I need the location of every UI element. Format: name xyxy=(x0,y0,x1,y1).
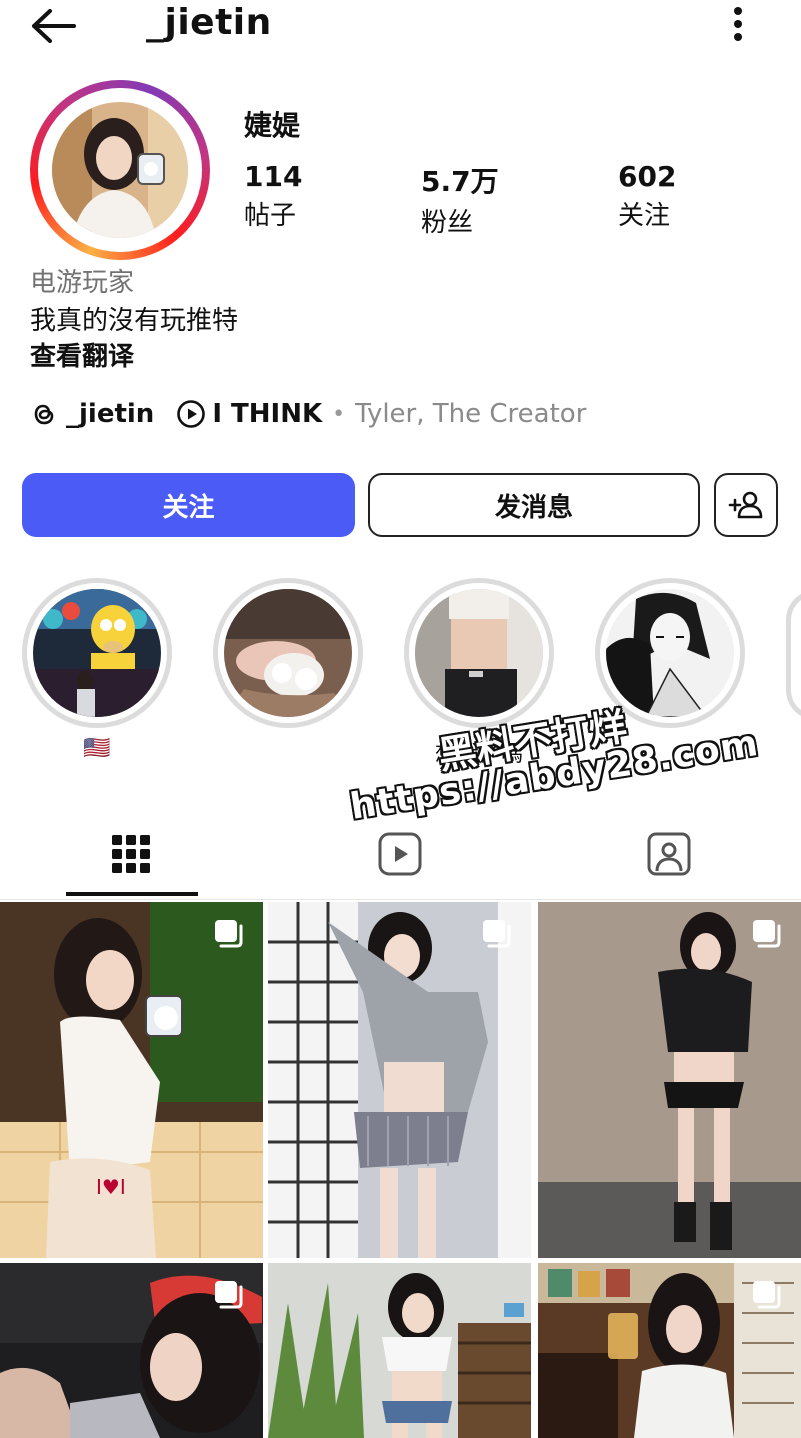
highlight-cover xyxy=(224,589,352,717)
more-options-button[interactable] xyxy=(722,4,754,44)
profile-category: 电游玩家 xyxy=(30,268,135,298)
music-link[interactable]: I THINK xyxy=(176,399,322,429)
music-separator: • xyxy=(332,401,346,427)
highlight-item[interactable]: 🇺🇸 xyxy=(22,578,172,761)
highlight-item-partial[interactable] xyxy=(786,590,801,720)
follow-button[interactable]: 关注 xyxy=(22,473,355,537)
vertical-dots-icon xyxy=(734,7,742,41)
arrow-left-icon xyxy=(32,9,76,43)
profile-bio: 我真的沒有玩推特 xyxy=(30,306,239,336)
post-thumbnail[interactable] xyxy=(268,902,531,1258)
see-translation-link[interactable]: 查看翻译 xyxy=(30,336,134,373)
highlight-cover xyxy=(415,589,543,717)
post-image xyxy=(268,902,531,1258)
post-thumbnail[interactable]: I♥I xyxy=(0,902,263,1258)
tab-tagged[interactable] xyxy=(602,810,736,898)
carousel-icon xyxy=(215,1281,243,1309)
posts-stat[interactable]: 114 帖子 xyxy=(244,160,302,232)
following-stat[interactable]: 602 关注 xyxy=(618,160,676,232)
carousel-icon xyxy=(753,920,781,948)
posts-count: 114 xyxy=(244,160,303,193)
back-button[interactable] xyxy=(28,4,80,48)
post-thumbnail[interactable] xyxy=(538,902,801,1258)
display-name: 婕媞 xyxy=(244,109,301,142)
highlight-cover xyxy=(33,589,161,717)
carousel-icon xyxy=(483,920,511,948)
followers-count: 5.7万 xyxy=(421,165,499,198)
following-label: 关注 xyxy=(618,201,671,231)
music-artist: Tyler, The Creator xyxy=(355,399,587,429)
story-ring[interactable] xyxy=(30,80,210,260)
threads-link[interactable]: _jietin xyxy=(30,399,154,429)
threads-handle: _jietin xyxy=(66,399,155,429)
post-thumbnail[interactable] xyxy=(268,1263,531,1438)
grid-icon xyxy=(112,835,150,873)
post-thumbnail[interactable] xyxy=(538,1263,801,1438)
post-thumbnail[interactable] xyxy=(0,1263,263,1438)
following-count: 602 xyxy=(618,160,677,193)
post-grid: I♥I xyxy=(0,902,801,1438)
music-title: I THINK xyxy=(212,399,323,429)
profile-username: _jietin xyxy=(146,2,272,43)
message-button[interactable]: 发消息 xyxy=(368,473,700,537)
followers-stat[interactable]: 5.7万 粉丝 xyxy=(421,160,499,239)
highlight-label: 🇺🇸 xyxy=(83,736,111,761)
post-image xyxy=(538,902,801,1258)
threads-icon xyxy=(34,404,54,425)
profile-links-row: _jietin I THINK • Tyler, The Creator xyxy=(30,394,586,434)
svg-text:I♥I: I♥I xyxy=(96,1175,126,1199)
avatar xyxy=(52,102,188,238)
carousel-icon xyxy=(753,1281,781,1309)
post-image: I♥I xyxy=(0,902,263,1258)
highlight-item[interactable] xyxy=(213,578,363,728)
top-bar: _jietin xyxy=(0,0,801,60)
post-image xyxy=(268,1263,531,1438)
suggested-users-button[interactable] xyxy=(714,473,778,537)
followers-label: 粉丝 xyxy=(421,208,474,238)
posts-label: 帖子 xyxy=(244,201,297,231)
highlight-item[interactable]: 想我了嗎 xyxy=(404,578,554,767)
play-circle-icon xyxy=(177,400,206,428)
tab-posts-grid[interactable] xyxy=(64,810,198,898)
selected-tab-indicator xyxy=(66,892,198,896)
tagged-icon xyxy=(647,832,691,876)
carousel-icon xyxy=(215,920,243,948)
add-person-icon xyxy=(728,491,763,519)
